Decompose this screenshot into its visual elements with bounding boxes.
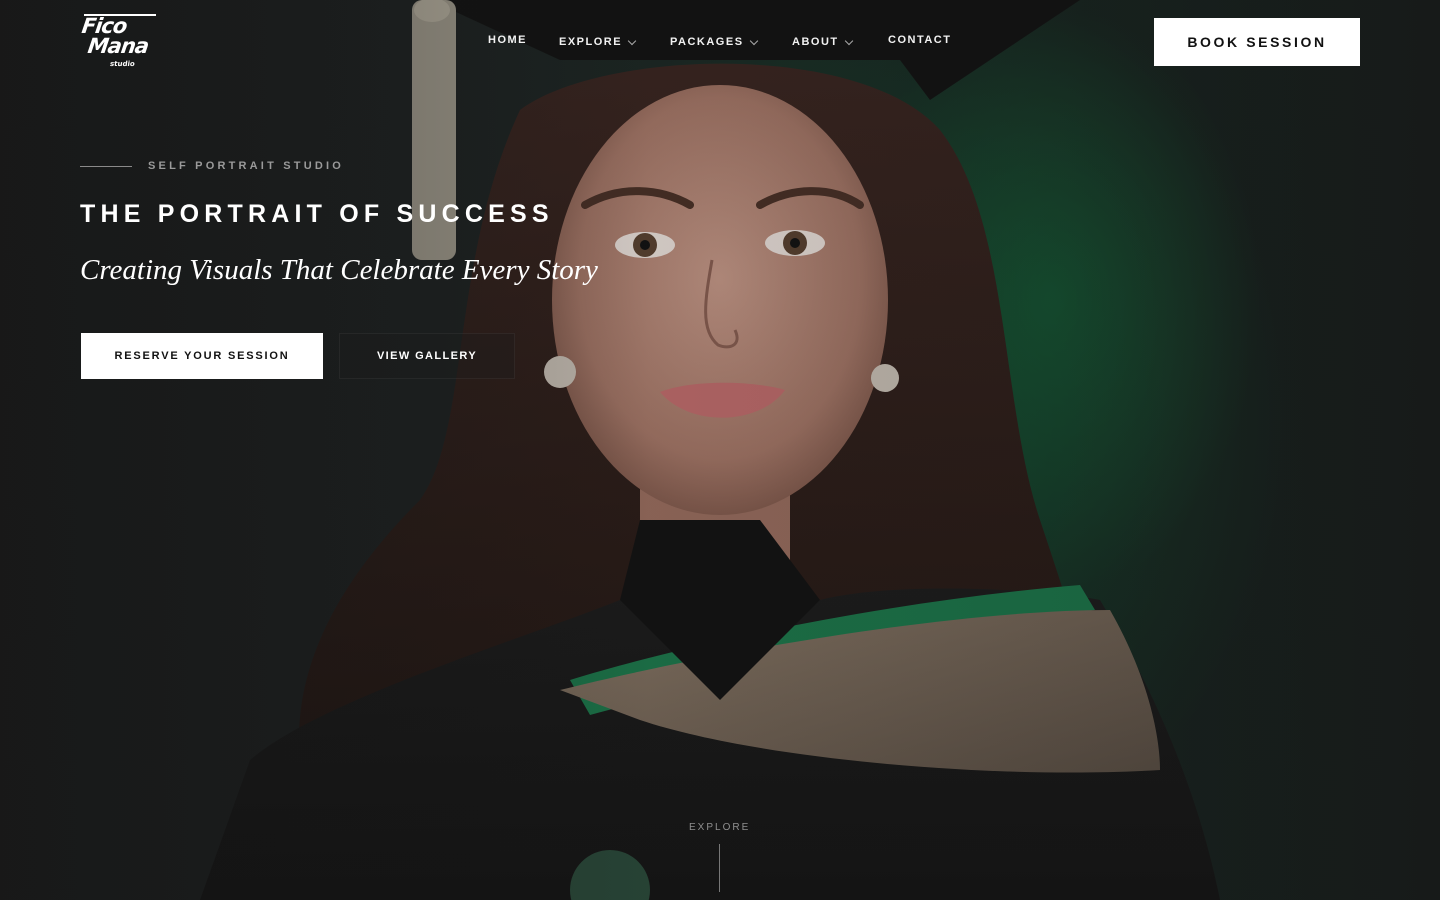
ficomana-logo[interactable]: Fico Mana studio — [80, 12, 160, 72]
chevron-down-icon — [627, 36, 637, 45]
scroll-line — [719, 844, 720, 892]
logo-word-bottom: Mana — [86, 34, 150, 58]
chevron-down-icon — [844, 36, 853, 45]
book-session-button[interactable]: BOOK SESSION — [1154, 18, 1360, 66]
nav-item-label: PACKAGES — [670, 36, 744, 48]
hero-dark-overlay — [0, 0, 1440, 900]
nav-item-label: EXPLORE — [559, 36, 623, 48]
nav-item-label: HOME — [488, 34, 527, 46]
reserve-session-button[interactable]: RESERVE YOUR SESSION — [81, 333, 323, 379]
hero-title: THE PORTRAIT OF SUCCESS — [80, 200, 554, 228]
hero-eyebrow: SELF PORTRAIT STUDIO — [80, 160, 344, 172]
eyebrow-text: SELF PORTRAIT STUDIO — [148, 160, 344, 172]
nav-item-home[interactable]: HOME — [488, 34, 527, 46]
nav-item-label: CONTACT — [888, 34, 952, 46]
hero-subtitle: Creating Visuals That Celebrate Every St… — [80, 254, 598, 286]
eyebrow-divider — [80, 165, 132, 167]
scroll-indicator[interactable]: EXPLORE — [689, 822, 751, 892]
nav-item-packages[interactable]: PACKAGES — [670, 36, 758, 48]
hero-background — [0, 0, 1440, 900]
nav-item-explore[interactable]: EXPLORE — [559, 36, 637, 48]
site-header: Fico Mana studio HOME EXPLORE PACKAGES A… — [0, 0, 1440, 90]
view-gallery-button[interactable]: VIEW GALLERY — [339, 333, 515, 379]
scroll-label: EXPLORE — [689, 822, 751, 833]
nav-item-label: ABOUT — [792, 36, 839, 48]
logo-word-studio: studio — [109, 60, 136, 68]
nav-item-contact[interactable]: CONTACT — [888, 34, 951, 46]
nav-item-about[interactable]: ABOUT — [792, 36, 853, 48]
chevron-down-icon — [749, 36, 758, 45]
